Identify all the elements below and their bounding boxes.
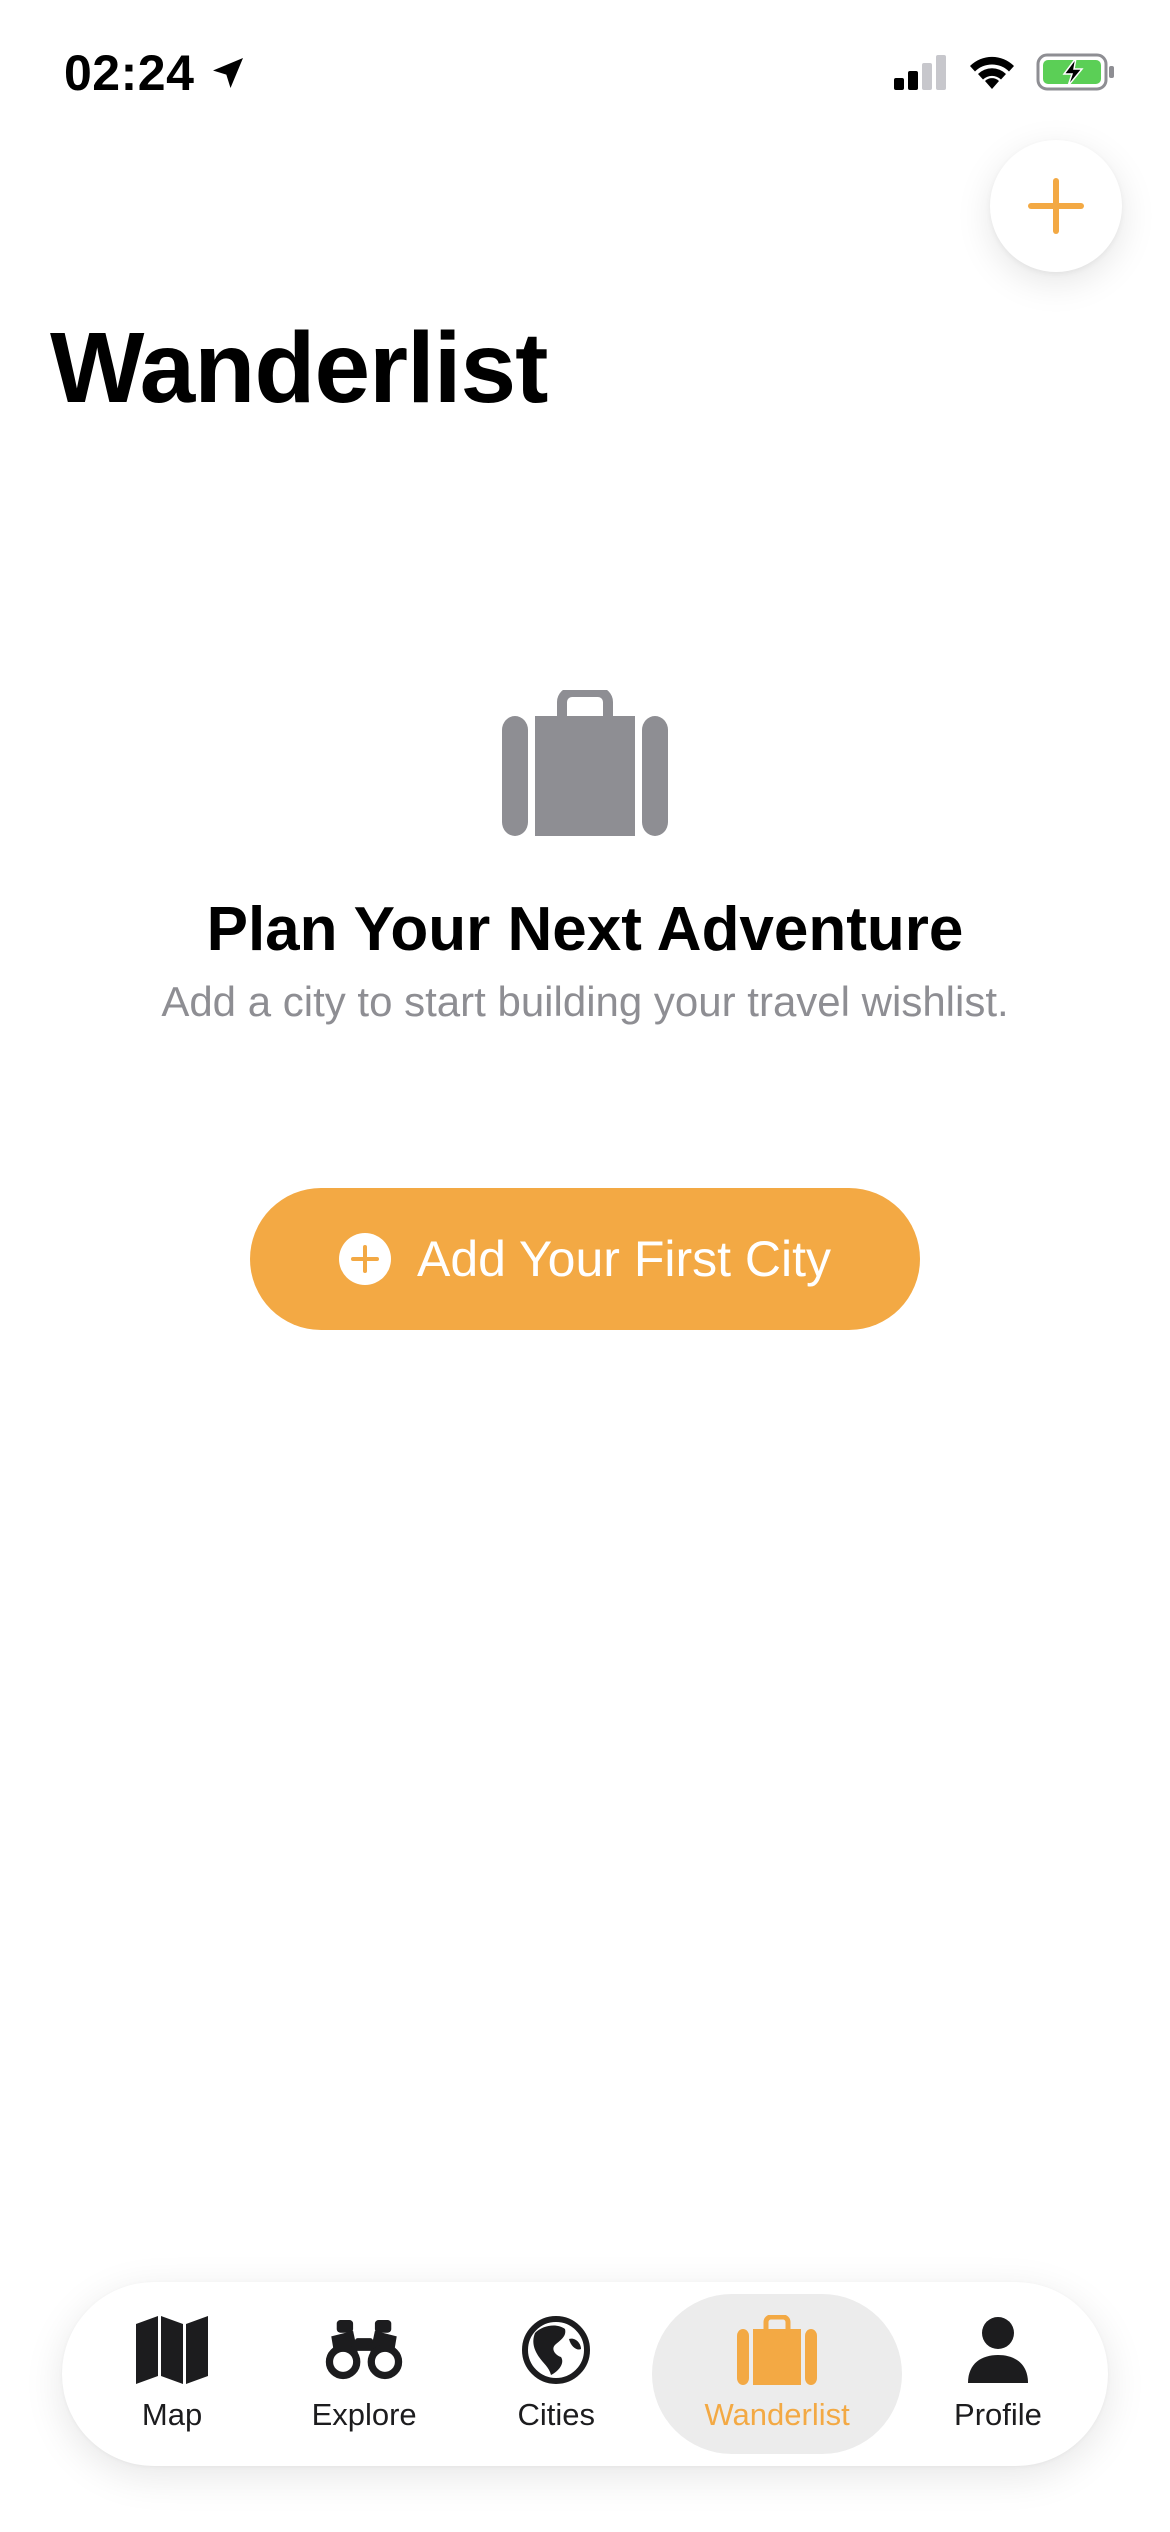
person-icon	[967, 2317, 1028, 2383]
tab-explore-label: Explore	[311, 2397, 417, 2432]
battery-charging-icon	[1036, 53, 1114, 91]
tab-profile-label: Profile	[954, 2397, 1042, 2432]
status-time-text: 02:24	[64, 45, 195, 101]
location-arrow-icon	[213, 58, 244, 88]
tab-wanderlist[interactable]: Wanderlist	[652, 2294, 902, 2454]
add-first-city-button[interactable]: Add Your First City	[250, 1188, 920, 1330]
tab-profile[interactable]: Profile	[902, 2294, 1094, 2454]
plus-circle-icon	[338, 1233, 391, 1285]
empty-state-subtitle: Add a city to start building your travel…	[161, 978, 1009, 1026]
tab-bar: Map Explore Cities Wanderlist Profile	[62, 2282, 1108, 2466]
wifi-icon	[970, 56, 1014, 89]
suitcase-icon	[737, 2315, 818, 2385]
cellular-signal-icon	[894, 55, 946, 90]
tab-cities[interactable]: Cities	[460, 2294, 652, 2454]
globe-icon	[522, 2316, 591, 2384]
tab-explore[interactable]: Explore	[268, 2294, 460, 2454]
add-city-fab[interactable]	[990, 140, 1122, 272]
empty-state: Plan Your Next Adventure Add a city to s…	[0, 690, 1170, 1026]
status-indicators	[894, 52, 1116, 92]
status-bar: 02:24	[0, 0, 1170, 150]
add-first-city-label: Add Your First City	[416, 1231, 832, 1287]
tab-map-label: Map	[141, 2397, 203, 2432]
wanderlist-screen: 02:24 Wanderlist Plan Your Next Adventur…	[0, 0, 1170, 2532]
status-time: 02:24	[64, 44, 248, 102]
page-title: Wanderlist	[50, 312, 548, 424]
tab-map[interactable]: Map	[76, 2294, 268, 2454]
tab-cities-label: Cities	[517, 2397, 595, 2432]
plus-icon	[1028, 178, 1084, 234]
suitcase-icon	[502, 690, 668, 836]
tab-wanderlist-label: Wanderlist	[704, 2397, 850, 2432]
binoculars-icon	[325, 2320, 403, 2380]
map-icon	[136, 2316, 209, 2384]
empty-state-title: Plan Your Next Adventure	[206, 895, 964, 964]
